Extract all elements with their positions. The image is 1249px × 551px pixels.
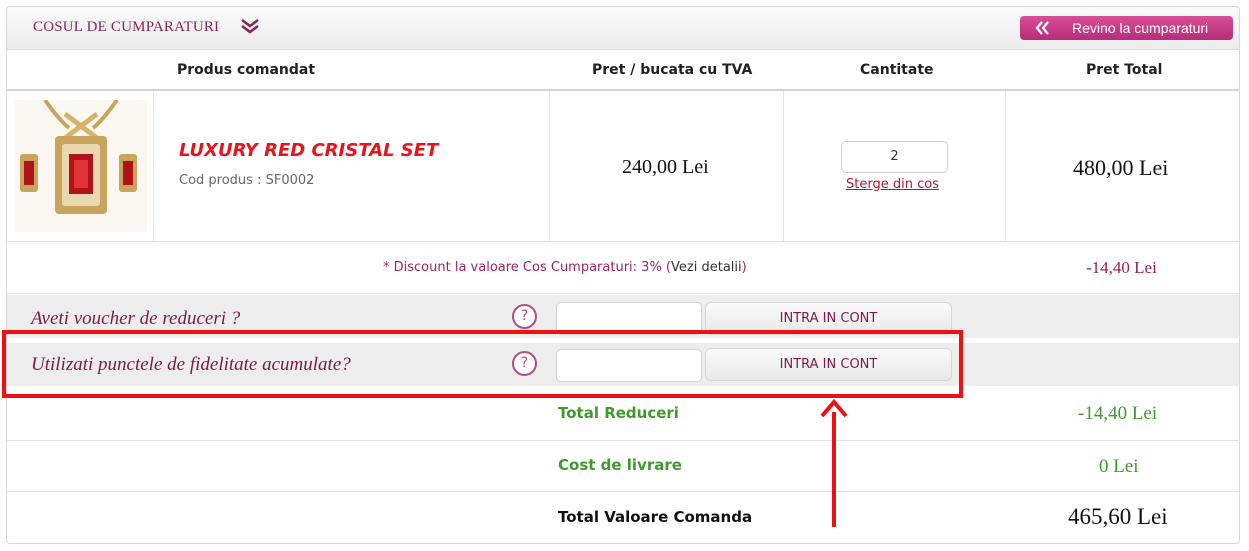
product-code-label: Cod produs : xyxy=(179,173,266,188)
cart-discount-value: -14,40 Lei xyxy=(1086,258,1157,277)
product-image xyxy=(15,100,147,232)
line-total: 480,00 Lei xyxy=(1073,155,1168,181)
discount-description: * Discount la valoare Cos Cumparaturi: 3… xyxy=(383,260,672,275)
total-discounts-value: -14,40 Lei xyxy=(1078,403,1158,424)
voucher-question: Aveti voucher de reduceri ? xyxy=(31,308,241,329)
row-divider xyxy=(7,491,1239,492)
product-name[interactable]: LUXURY RED CRISTAL SET xyxy=(179,140,438,161)
column-header-product: Produs comandat xyxy=(177,62,316,78)
voucher-help-icon[interactable]: ? xyxy=(512,304,537,329)
highlight-box xyxy=(2,330,963,398)
line-total-currency: Lei xyxy=(1139,155,1169,180)
product-code-value: SF0002 xyxy=(265,173,315,188)
col-divider xyxy=(783,91,784,241)
cart-discount-text: * Discount la valoare Cos Cumparaturi: 3… xyxy=(383,260,747,275)
unit-price: 240,00 Lei xyxy=(622,156,709,179)
order-total-label: Total Valoare Comanda xyxy=(558,508,753,526)
discount-close-paren: ) xyxy=(741,260,747,275)
highlight-arrow-shaft xyxy=(832,412,836,527)
remove-from-cart-link[interactable]: Sterge din cos xyxy=(846,177,939,192)
quantity-input[interactable]: 2 xyxy=(841,141,948,173)
header-divider xyxy=(7,89,1239,91)
cart-title: COSUL DE CUMPARATURI xyxy=(33,19,220,35)
line-total-value: 480,00 xyxy=(1073,155,1134,180)
total-discounts-label: Total Reduceri xyxy=(558,404,679,422)
order-total-value: 465,60 Lei xyxy=(1068,504,1168,529)
unit-price-value: 240,00 xyxy=(622,156,677,178)
back-button-label: Revino la cumparaturi xyxy=(1072,20,1209,36)
column-header-quantity: Cantitate xyxy=(860,62,934,78)
double-chevron-down-icon xyxy=(241,18,259,34)
double-chevron-left-icon xyxy=(1035,21,1049,35)
row-divider xyxy=(7,293,1239,294)
row-divider xyxy=(7,241,1239,242)
column-header-total: Pret Total xyxy=(1086,62,1163,78)
col-divider xyxy=(1005,91,1006,241)
back-to-shopping-button[interactable]: Revino la cumparaturi xyxy=(1020,16,1233,40)
shipping-cost-label: Cost de livrare xyxy=(558,456,682,474)
row-divider xyxy=(7,440,1239,441)
arrow-up-icon xyxy=(820,398,848,418)
col-divider xyxy=(549,91,550,241)
col-divider xyxy=(153,91,154,241)
discount-details-link[interactable]: Vezi detalii xyxy=(671,260,742,275)
unit-price-currency: Lei xyxy=(682,156,709,178)
column-header-unit-price: Pret / bucata cu TVA xyxy=(592,62,753,78)
shipping-cost-value: 0 Lei xyxy=(1099,456,1139,477)
product-code: Cod produs : SF0002 xyxy=(179,173,314,188)
